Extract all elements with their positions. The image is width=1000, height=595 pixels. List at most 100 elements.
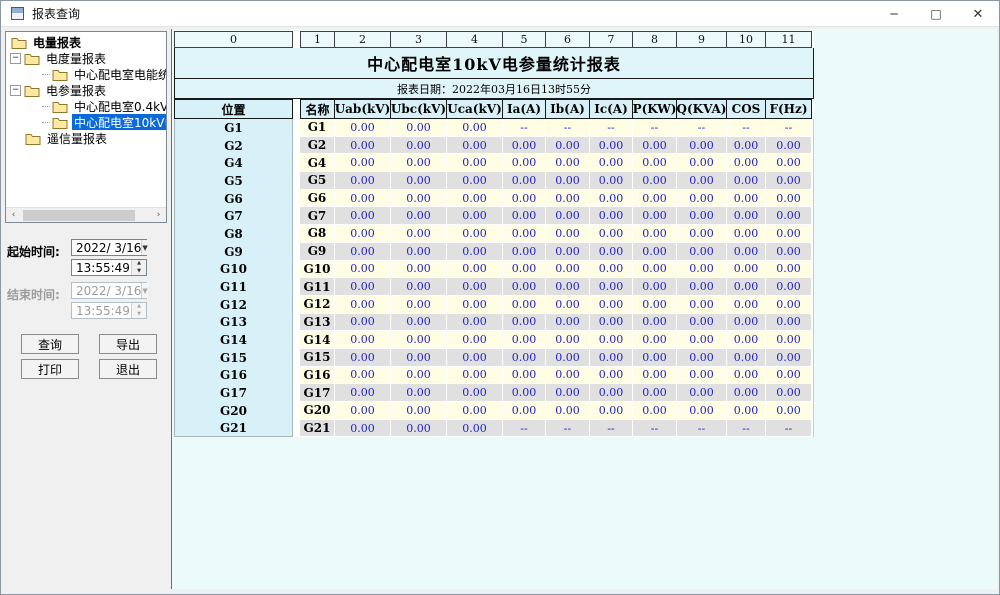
- app-window: 报表查询 ─ □ ✕ 电量报表 − 电度量报表 中心配电室电能 − 电参量报表 …: [0, 0, 1000, 595]
- spin-up-icon[interactable]: ▲: [132, 260, 146, 268]
- value-cell: 0.00: [391, 295, 447, 314]
- scroll-left-icon[interactable]: ‹: [6, 208, 21, 223]
- maximize-button[interactable]: □: [915, 1, 957, 27]
- row-name-cell: G8: [300, 225, 335, 243]
- print-button[interactable]: 打印: [21, 359, 79, 379]
- value-cell: 0.00: [766, 366, 812, 385]
- value-cell: --: [633, 119, 677, 137]
- value-cell: 0.00: [546, 313, 590, 332]
- column-number-cell: 2: [335, 31, 391, 48]
- value-cell: 0.00: [391, 189, 447, 208]
- value-cell: 0.00: [447, 225, 503, 243]
- value-cell: --: [766, 419, 812, 438]
- column-header-cell: Ubc(kV): [391, 99, 447, 119]
- value-cell: 0.00: [727, 136, 766, 155]
- value-cell: 0.00: [727, 278, 766, 296]
- tree-item-selected[interactable]: 中心配电室10kV电参量统计报表: [6, 114, 166, 130]
- column-header-cell: Ic(A): [590, 99, 633, 119]
- scroll-right-icon[interactable]: ›: [151, 208, 166, 223]
- collapse-icon[interactable]: −: [10, 52, 21, 64]
- spin-down-icon[interactable]: ▼: [132, 267, 146, 275]
- value-cell: 0.00: [677, 207, 727, 226]
- exit-button[interactable]: 退出: [99, 359, 157, 379]
- value-cell: 0.00: [727, 402, 766, 420]
- row-position-cell: G17: [174, 384, 293, 402]
- table-row: G12 G12 0.00 0.00 0.00 0.00 0.00 0.00 0.00 0.00 0.…: [174, 295, 813, 314]
- value-cell: 0.00: [677, 136, 727, 155]
- value-cell: 0.00: [727, 295, 766, 314]
- column-number-cell: 6: [546, 31, 590, 48]
- column-number-cell: 4: [447, 31, 503, 48]
- dropdown-arrow-icon[interactable]: ▼: [141, 240, 148, 255]
- value-cell: 0.00: [503, 348, 546, 367]
- value-cell: 0.00: [727, 207, 766, 226]
- column-header-cell: 名称: [300, 99, 335, 119]
- report-rows: G1 G1 0.00 0.00 0.00 -- -- -- -- -- -- -- G2 G2 0.00 0.…: [174, 119, 814, 438]
- value-cell: 0.00: [590, 402, 633, 420]
- row-name-cell: G11: [300, 278, 335, 296]
- value-cell: 0.00: [447, 207, 503, 226]
- value-cell: --: [503, 119, 546, 137]
- value-cell: 0.00: [633, 295, 677, 314]
- value-cell: 0.00: [503, 402, 546, 420]
- column-header-cell: Ib(A): [546, 99, 590, 119]
- value-cell: 0.00: [633, 402, 677, 420]
- row-name-cell: G12: [300, 295, 335, 314]
- value-cell: 0.00: [677, 313, 727, 332]
- tree-item[interactable]: 遥信量报表: [6, 130, 166, 146]
- value-cell: 0.00: [447, 119, 503, 137]
- row-position-cell: G8: [174, 225, 293, 243]
- tree-item[interactable]: 中心配电室0.4kV电参量统计报表: [6, 98, 166, 114]
- value-cell: --: [677, 119, 727, 137]
- tree-horizontal-scrollbar[interactable]: ‹ ›: [6, 207, 166, 222]
- value-cell: 0.00: [590, 384, 633, 402]
- column-number-cell: 8: [633, 31, 677, 48]
- value-cell: 0.00: [391, 419, 447, 438]
- column-number-cell: 5: [503, 31, 546, 48]
- report-date-line: 报表日期：2022年03月16日13时55分: [174, 79, 814, 99]
- value-cell: 0.00: [677, 260, 727, 279]
- scrollbar-thumb[interactable]: [23, 209, 135, 221]
- query-button[interactable]: 查询: [21, 334, 79, 354]
- value-cell: 0.00: [727, 366, 766, 385]
- value-cell: 0.00: [677, 295, 727, 314]
- row-name-cell: G1: [300, 119, 335, 137]
- close-button[interactable]: ✕: [957, 1, 999, 27]
- export-button[interactable]: 导出: [99, 334, 157, 354]
- value-cell: 0.00: [633, 189, 677, 208]
- row-name-cell: G6: [300, 189, 335, 208]
- value-cell: 0.00: [590, 225, 633, 243]
- row-position-cell: G13: [174, 313, 293, 332]
- collapse-icon[interactable]: −: [10, 84, 21, 96]
- table-row: G16 G16 0.00 0.00 0.00 0.00 0.00 0.00 0.00 0.00 0.…: [174, 366, 813, 385]
- value-cell: 0.00: [727, 348, 766, 367]
- column-header-cell: Uab(kV): [335, 99, 391, 119]
- value-cell: 0.00: [633, 278, 677, 296]
- value-cell: 0.00: [766, 331, 812, 349]
- table-row: G20 G20 0.00 0.00 0.00 0.00 0.00 0.00 0.00 0.00 0.…: [174, 402, 813, 420]
- start-time-spinner[interactable]: 13:55:49 ▲ ▼: [71, 259, 147, 276]
- table-row: G14 G14 0.00 0.00 0.00 0.00 0.00 0.00 0.00 0.00 0.…: [174, 331, 813, 349]
- value-cell: 0.00: [677, 242, 727, 261]
- tree-item[interactable]: − 电参量报表: [6, 82, 166, 98]
- value-cell: 0.00: [727, 242, 766, 261]
- value-cell: 0.00: [766, 402, 812, 420]
- value-cell: 0.00: [546, 225, 590, 243]
- value-cell: 0.00: [590, 278, 633, 296]
- minimize-button[interactable]: ─: [873, 1, 915, 27]
- column-number-cell: 1: [300, 31, 335, 48]
- value-cell: 0.00: [727, 225, 766, 243]
- value-cell: --: [590, 419, 633, 438]
- value-cell: 0.00: [546, 154, 590, 173]
- row-name-cell: G14: [300, 331, 335, 349]
- tree-item[interactable]: − 电度量报表: [6, 50, 166, 66]
- start-date-picker[interactable]: 2022/ 3/16 ▼: [71, 239, 148, 256]
- value-cell: 0.00: [391, 348, 447, 367]
- tree-item[interactable]: 中心配电室电能统计报表: [6, 66, 166, 82]
- row-name-cell: G20: [300, 402, 335, 420]
- value-cell: 0.00: [546, 136, 590, 155]
- tree-item-root[interactable]: 电量报表: [6, 34, 166, 50]
- value-cell: 0.00: [727, 331, 766, 349]
- value-cell: 0.00: [727, 154, 766, 173]
- value-cell: --: [590, 119, 633, 137]
